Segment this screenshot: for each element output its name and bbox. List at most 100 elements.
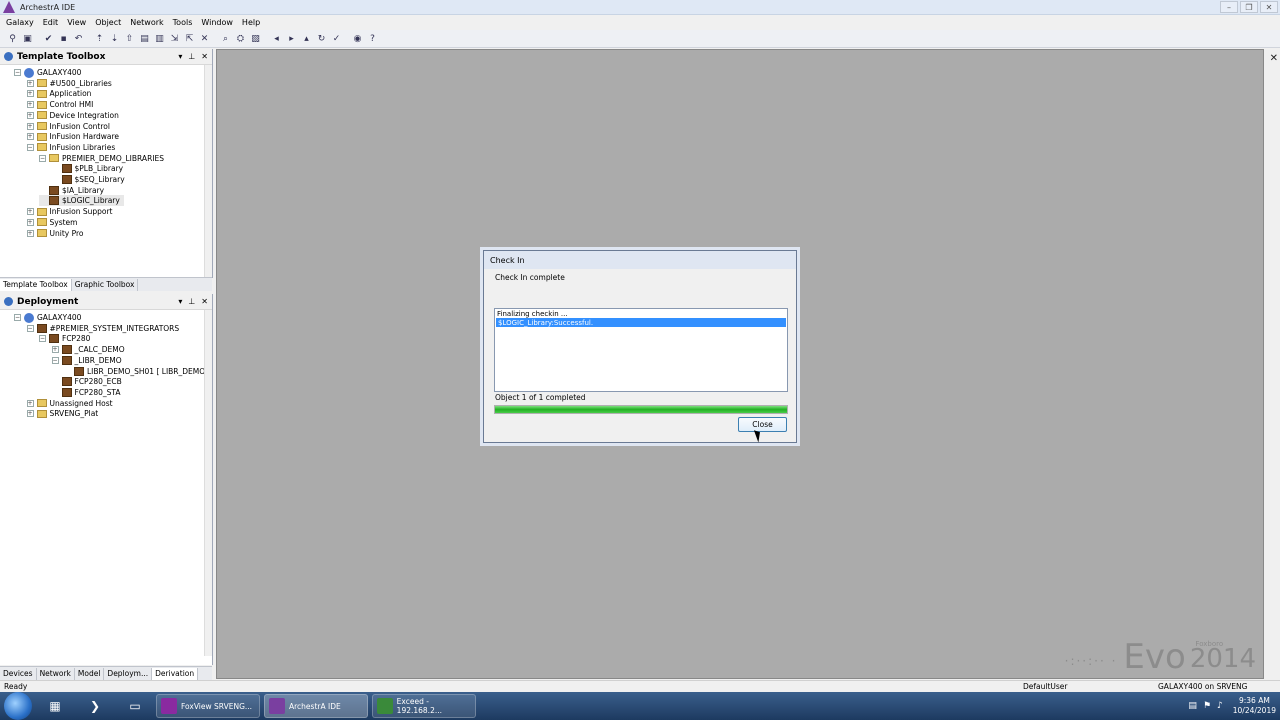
nav-up-icon[interactable]: ▴ <box>300 32 313 45</box>
menu-tools[interactable]: Tools <box>173 18 193 27</box>
close-window-button[interactable]: ✕ <box>1260 1 1278 13</box>
collapse-icon[interactable]: − <box>39 335 46 343</box>
tree-item[interactable]: + _CALC_DEMO <box>51 344 125 355</box>
collapse-icon[interactable]: − <box>14 69 21 76</box>
dropdown-icon[interactable]: ▾ <box>178 52 182 61</box>
pin-icon[interactable]: ⚲ <box>6 32 19 45</box>
pin-icon[interactable]: ⊥ <box>188 52 195 61</box>
taskbar-app[interactable]: FoxView SRVENG... <box>156 694 260 718</box>
expand-icon[interactable]: + <box>26 90 34 98</box>
close-button[interactable]: Close <box>738 417 787 432</box>
tree-item[interactable]: + System <box>26 217 77 228</box>
find-icon[interactable]: ⌕ <box>219 32 232 45</box>
graphics-icon[interactable]: ▧ <box>249 32 262 45</box>
pin-icon[interactable]: ⊥ <box>188 297 195 306</box>
tree-item[interactable]: FCP280_ECB <box>52 376 122 387</box>
volume-icon[interactable]: ♪ <box>1217 701 1223 711</box>
menu-galaxy[interactable]: Galaxy <box>6 18 34 27</box>
menu-edit[interactable]: Edit <box>43 18 59 27</box>
undo-icon[interactable]: ↶ <box>72 32 85 45</box>
expand-icon[interactable]: + <box>26 410 34 418</box>
instance-icon[interactable]: ▥ <box>153 32 166 45</box>
file-explorer-icon[interactable]: ▭ <box>118 694 152 718</box>
tab-graphic-toolbox[interactable]: Graphic Toolbox <box>72 278 139 291</box>
close-icon[interactable]: ✕ <box>201 52 208 61</box>
expand-icon[interactable]: + <box>26 111 34 119</box>
undeploy-icon[interactable]: ⇣ <box>108 32 121 45</box>
expand-icon[interactable]: + <box>26 122 34 130</box>
collapse-icon[interactable]: − <box>26 143 34 151</box>
server-manager-icon[interactable]: ▦ <box>38 694 72 718</box>
tab-template-toolbox[interactable]: Template Toolbox <box>0 278 72 291</box>
tree-item[interactable]: + Application <box>26 88 91 99</box>
expand-icon[interactable]: + <box>26 133 34 141</box>
tree-item[interactable]: + Device Integration <box>26 110 119 121</box>
tab-devices[interactable]: Devices <box>0 667 37 680</box>
expand-icon[interactable]: + <box>26 399 34 407</box>
taskbar-app[interactable]: Exceed - 192.168.2... <box>372 694 476 718</box>
tree-item[interactable]: + Unity Pro <box>26 228 84 239</box>
maximize-button[interactable]: ❐ <box>1240 1 1258 13</box>
menu-help[interactable]: Help <box>242 18 260 27</box>
tree-item[interactable]: + SRVENG_Plat <box>26 408 98 419</box>
check-icon[interactable]: ✓ <box>330 32 343 45</box>
tree-item[interactable]: − GALAXY400 <box>14 312 81 323</box>
tree-item[interactable]: − #PREMIER_SYSTEM_INTEGRATORS <box>26 323 179 334</box>
checkin-log-list[interactable]: Finalizing checkin ... $LOGIC_Library:Su… <box>494 308 788 392</box>
tree-item[interactable]: + InFusion Hardware <box>26 131 119 142</box>
expand-icon[interactable]: + <box>26 79 34 87</box>
tree-item[interactable]: − FCP280 <box>39 333 90 344</box>
template-icon[interactable]: ▤ <box>138 32 151 45</box>
start-button[interactable] <box>4 692 32 720</box>
minimize-button[interactable]: – <box>1220 1 1238 13</box>
tree-item[interactable]: + InFusion Control <box>26 121 110 132</box>
export-icon[interactable]: ⇱ <box>183 32 196 45</box>
collapse-icon[interactable]: − <box>51 356 59 364</box>
list-item[interactable]: Finalizing checkin ... <box>495 309 787 318</box>
upload-icon[interactable]: ⇧ <box>123 32 136 45</box>
tab-network[interactable]: Network <box>37 667 75 680</box>
tree-item[interactable]: $PLB_Library <box>52 163 123 174</box>
template-tree-scrollbar[interactable] <box>204 65 212 278</box>
menu-object[interactable]: Object <box>95 18 121 27</box>
deploy-icon[interactable]: ⇡ <box>93 32 106 45</box>
flag-icon[interactable]: ⚑ <box>1203 701 1211 711</box>
expand-icon[interactable]: + <box>51 346 59 354</box>
tree-item[interactable]: + Control HMI <box>26 99 93 110</box>
collapse-icon[interactable]: − <box>26 324 34 332</box>
menu-view[interactable]: View <box>67 18 86 27</box>
tree-item[interactable]: $LOGIC_Library <box>39 195 124 207</box>
network-icon[interactable]: ⛭ <box>234 32 247 45</box>
network-icon[interactable]: ▤ <box>1188 701 1197 711</box>
nav-forward-icon[interactable]: ▸ <box>285 32 298 45</box>
powershell-icon[interactable]: ❯ <box>78 694 112 718</box>
properties-icon[interactable]: ▣ <box>21 32 34 45</box>
close-icon[interactable]: ✕ <box>1270 53 1278 64</box>
tree-item[interactable]: + InFusion Support <box>26 206 113 217</box>
refresh-icon[interactable]: ↻ <box>315 32 328 45</box>
tree-item[interactable]: − InFusion Libraries <box>26 142 115 153</box>
tree-item[interactable]: − PREMIER_DEMO_LIBRARIES <box>39 153 164 164</box>
help-icon[interactable]: ? <box>366 32 379 45</box>
close-icon[interactable]: ✕ <box>201 297 208 306</box>
collapse-icon[interactable]: − <box>39 154 46 162</box>
menu-network[interactable]: Network <box>130 18 163 27</box>
nav-back-icon[interactable]: ◂ <box>270 32 283 45</box>
menu-window[interactable]: Window <box>201 18 233 27</box>
tree-item[interactable]: − GALAXY400 <box>14 67 81 78</box>
import-icon[interactable]: ⇲ <box>168 32 181 45</box>
tree-item[interactable]: $SEQ_Library <box>52 174 125 185</box>
tree-item[interactable]: FCP280_STA <box>52 387 121 398</box>
tree-item[interactable]: − _LIBR_DEMO <box>51 355 122 366</box>
tab-deploym[interactable]: Deploym... <box>104 667 153 680</box>
tab-derivation[interactable]: Derivation <box>152 667 199 680</box>
delete-icon[interactable]: ✕ <box>198 32 211 45</box>
save-icon[interactable]: ▪ <box>57 32 70 45</box>
expand-icon[interactable]: + <box>26 229 34 237</box>
tree-item[interactable]: + #U500_Libraries <box>26 78 112 89</box>
tree-item[interactable]: $IA_Library <box>39 185 104 196</box>
dropdown-icon[interactable]: ▾ <box>178 297 182 306</box>
list-item[interactable]: $LOGIC_Library:Successful. <box>496 318 786 327</box>
expand-icon[interactable]: + <box>26 218 34 226</box>
browser-icon[interactable]: ◉ <box>351 32 364 45</box>
